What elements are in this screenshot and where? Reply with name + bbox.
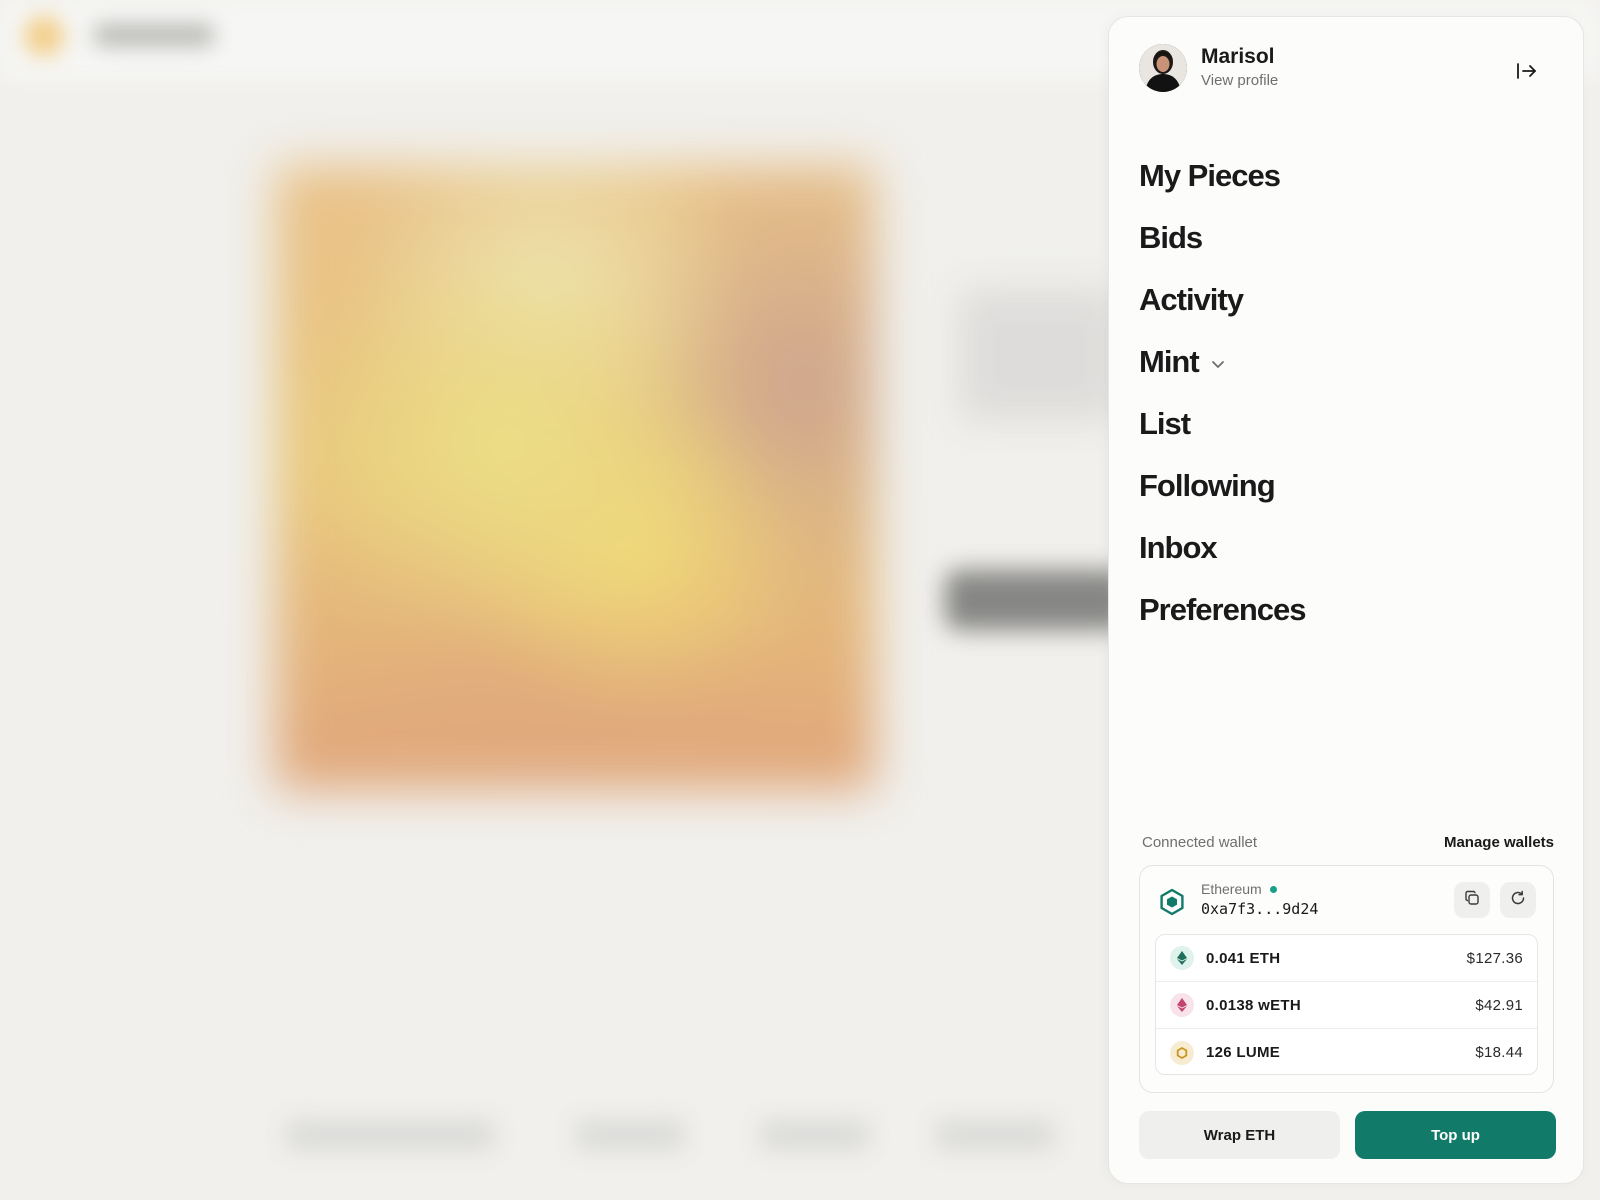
- weth-icon: [1170, 993, 1194, 1017]
- token-amount: 0.041 ETH: [1206, 949, 1281, 967]
- token-balance-list: 0.041 ETH $127.36 0.0138 wETH $42.91 126…: [1155, 934, 1538, 1075]
- wallet-address: 0xa7f3...9d24: [1201, 900, 1319, 918]
- menu-item-label: Bids: [1139, 220, 1203, 255]
- wallet-card: Ethereum 0xa7f3...9d24 0.041 ETH $127.36…: [1139, 865, 1554, 1093]
- manage-wallets-link[interactable]: Manage wallets: [1444, 834, 1554, 851]
- token-amount: 126 LUME: [1206, 1044, 1281, 1061]
- token-row-weth[interactable]: 0.0138 wETH $42.91: [1156, 982, 1537, 1029]
- wrap-eth-button[interactable]: Wrap ETH: [1139, 1111, 1340, 1159]
- menu-item-my-pieces[interactable]: My Pieces: [1139, 145, 1306, 207]
- lume-icon: [1170, 1040, 1194, 1065]
- eth-icon: [1170, 946, 1194, 970]
- menu-item-bids[interactable]: Bids: [1139, 207, 1306, 269]
- menu-item-list[interactable]: List: [1139, 393, 1306, 455]
- menu-item-inbox[interactable]: Inbox: [1139, 517, 1306, 579]
- status-dot: [1269, 885, 1277, 893]
- menu-item-label: Inbox: [1139, 530, 1218, 565]
- refresh-button[interactable]: [1500, 882, 1536, 918]
- menu-item-label: My Pieces: [1139, 158, 1281, 193]
- background-footer-item: [575, 1120, 685, 1150]
- top-up-button[interactable]: Top up: [1355, 1111, 1556, 1159]
- view-profile-link[interactable]: View profile: [1201, 70, 1278, 92]
- copy-address-button[interactable]: [1454, 882, 1490, 918]
- menu-item-label: Preferences: [1139, 592, 1307, 627]
- background-details: [960, 290, 1120, 420]
- menu-item-mint[interactable]: Mint: [1139, 331, 1306, 393]
- wallet-network: Ethereum: [1201, 881, 1277, 897]
- menu-item-label: List: [1139, 406, 1191, 441]
- background-footer-item: [760, 1120, 870, 1150]
- menu-item-label: Following: [1139, 468, 1276, 503]
- logout-icon[interactable]: [1513, 57, 1541, 85]
- background-footer-item: [285, 1120, 495, 1150]
- avatar[interactable]: [1139, 44, 1187, 92]
- token-row-eth[interactable]: 0.041 ETH $127.36: [1156, 935, 1537, 982]
- token-usd-value: $42.91: [1475, 996, 1523, 1014]
- refresh-icon: [1510, 890, 1526, 911]
- wallet-section-header: Connected wallet Manage wallets: [1142, 834, 1554, 851]
- menu-item-label: Activity: [1139, 282, 1244, 317]
- hexagon-icon: [1158, 888, 1186, 916]
- copy-icon: [1464, 890, 1480, 911]
- background-artwork: [275, 165, 875, 790]
- account-panel: Marisol View profile My Pieces Bids Acti…: [1108, 16, 1584, 1184]
- menu-item-label: Mint: [1139, 344, 1200, 379]
- main-menu: My Pieces Bids Activity Mint List Follow…: [1139, 145, 1307, 641]
- token-usd-value: $18.44: [1475, 1044, 1523, 1061]
- menu-item-following[interactable]: Following: [1139, 455, 1306, 517]
- connected-wallet-label: Connected wallet: [1142, 834, 1258, 851]
- chevron-down-icon[interactable]: [1211, 360, 1225, 370]
- menu-item-preferences[interactable]: Preferences: [1139, 579, 1307, 641]
- token-usd-value: $127.36: [1466, 949, 1523, 967]
- profile-header[interactable]: Marisol View profile: [1139, 43, 1278, 93]
- background-button: [945, 570, 1125, 630]
- network-name: Ethereum: [1201, 881, 1262, 897]
- background-footer-item: [935, 1120, 1055, 1150]
- profile-name: Marisol: [1201, 45, 1275, 68]
- background-logo: [24, 12, 214, 56]
- token-row-lume[interactable]: 126 LUME $18.44: [1156, 1029, 1537, 1074]
- token-amount: 0.0138 wETH: [1206, 996, 1302, 1014]
- menu-item-activity[interactable]: Activity: [1139, 269, 1306, 331]
